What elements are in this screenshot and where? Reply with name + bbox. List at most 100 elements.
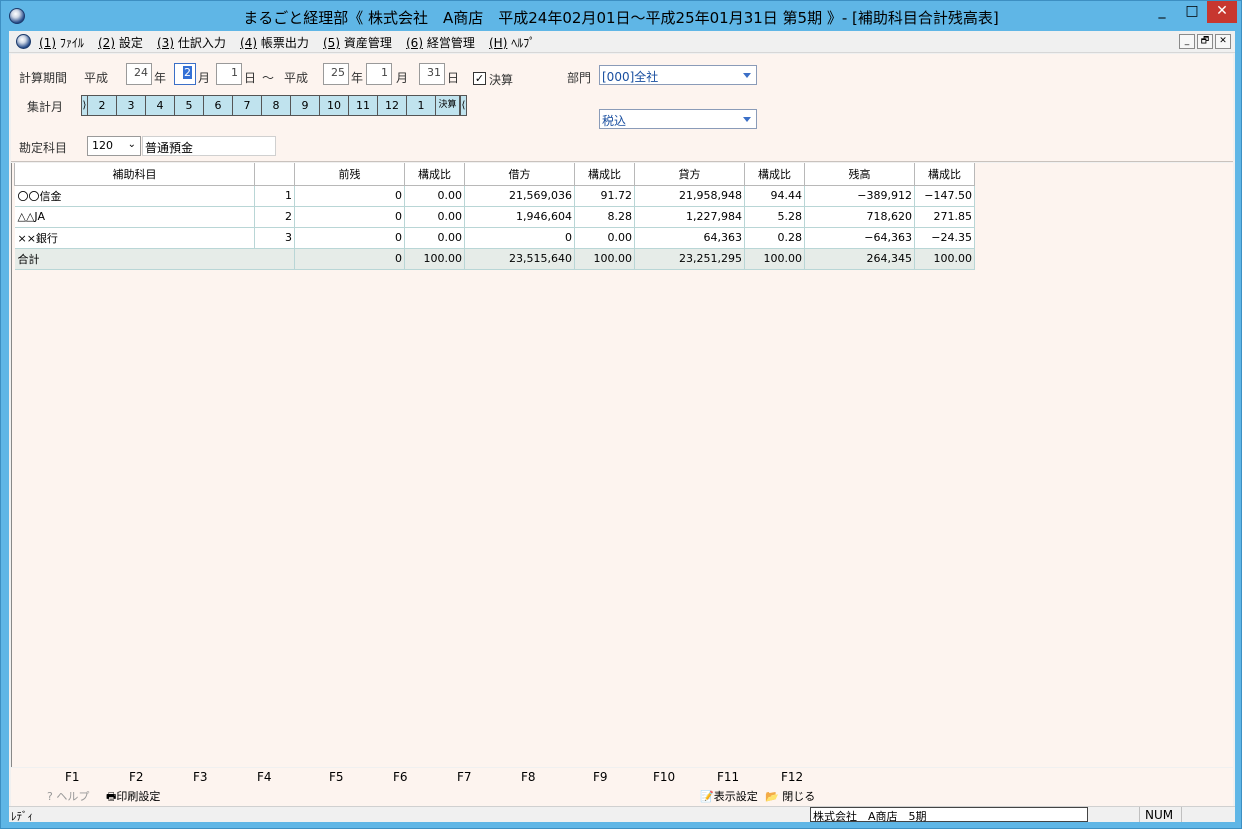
col-header-sub-account[interactable]: 補助科目 [14, 163, 255, 186]
month-cell[interactable]: 7 [233, 96, 262, 115]
fkey-f1[interactable]: F1 [65, 770, 80, 784]
app-window: まるごと経理部《 株式会社 A商店 平成24年02月01日～平成25年01月31… [0, 0, 1242, 829]
close-window-button[interactable]: 📂 閉じる [765, 788, 815, 804]
cell-prev: 0 [294, 248, 405, 270]
criteria-panel: 計算期間 平成 24 年 2 月 1 日 ～ 平成 25 年 1 月 31 日 … [11, 54, 1233, 162]
month-cell[interactable]: 1 [407, 96, 436, 115]
fkey-f9[interactable]: F9 [593, 770, 608, 784]
help-button[interactable]: ? ヘルプ [47, 788, 89, 804]
month-cell[interactable]: 12 [378, 96, 407, 115]
cell-prev-ratio: 0.00 [404, 185, 465, 207]
cell-debit-ratio: 0.00 [574, 227, 635, 249]
month-cell[interactable]: 9 [291, 96, 320, 115]
end-day-field[interactable]: 31 [419, 63, 445, 85]
menu-settings[interactable]: (2) 設定 [98, 34, 143, 51]
close-button[interactable]: ✕ [1207, 1, 1237, 23]
cell-debit: 23,515,640 [464, 248, 575, 270]
end-year-unit: 年 [351, 71, 364, 85]
cell-balance: 264,345 [804, 248, 915, 270]
maximize-button[interactable]: □ [1177, 1, 1207, 23]
cell-name: ××銀行 [14, 227, 255, 249]
col-header-balance[interactable]: 残高 [804, 163, 915, 186]
title-bar[interactable]: まるごと経理部《 株式会社 A商店 平成24年02月01日～平成25年01月31… [1, 1, 1241, 31]
fkey-f4[interactable]: F4 [257, 770, 272, 784]
fkey-f2[interactable]: F2 [129, 770, 144, 784]
status-ready: ﾚﾃﾞｨ [11, 810, 33, 823]
mdi-restore-button[interactable]: 🗗 [1197, 34, 1213, 49]
cell-balance-ratio: 271.85 [914, 206, 975, 228]
col-header-prev-ratio[interactable]: 構成比 [404, 163, 465, 186]
document-logo-icon[interactable] [16, 34, 31, 49]
cell-balance-ratio: 100.00 [914, 248, 975, 270]
table-row[interactable]: ××銀行 3 0 0.00 0 0.00 64,363 0.28 −64,363… [14, 227, 975, 249]
month-cell[interactable]: 4 [146, 96, 175, 115]
menu-journal-entry[interactable]: (3) 仕訳入力 [157, 34, 226, 51]
print-settings-button[interactable]: 🖶印刷設定 [106, 788, 160, 807]
fkey-f7[interactable]: F7 [457, 770, 472, 784]
display-settings-button[interactable]: 📝表示設定 [700, 788, 758, 804]
fkey-f12[interactable]: F12 [781, 770, 803, 784]
fkey-f11[interactable]: F11 [717, 770, 739, 784]
col-header-balance-ratio[interactable]: 構成比 [914, 163, 975, 186]
menu-report-output[interactable]: (4) 帳票出力 [240, 34, 309, 51]
status-divider [1139, 807, 1140, 822]
menu-business-management[interactable]: (6) 経営管理 [406, 34, 475, 51]
month-label: 集計月 [27, 100, 64, 114]
col-header-no[interactable] [254, 163, 295, 186]
settlement-checkbox[interactable]: ✓ [473, 72, 486, 85]
col-header-credit[interactable]: 貸方 [634, 163, 745, 186]
account-code-select[interactable]: 120 ⌄ [87, 136, 141, 156]
fkey-f6[interactable]: F6 [393, 770, 408, 784]
fkey-f8[interactable]: F8 [521, 770, 536, 784]
end-month-unit: 月 [396, 71, 409, 85]
cell-debit: 0 [464, 227, 575, 249]
cell-prev-ratio: 0.00 [404, 206, 465, 228]
col-header-prev[interactable]: 前残 [294, 163, 405, 186]
start-year-unit: 年 [154, 71, 167, 85]
fkey-f10[interactable]: F10 [653, 770, 675, 784]
menu-bar: (1) ﾌｧｲﾙ (2) 設定 (3) 仕訳入力 (4) 帳票出力 (5) 資産… [9, 31, 1235, 53]
end-month-field[interactable]: 1 [366, 63, 392, 85]
start-month-field[interactable]: 2 [174, 63, 196, 85]
cell-credit: 64,363 [634, 227, 745, 249]
month-cell[interactable]: 2 [88, 96, 117, 115]
minimize-button[interactable]: _ [1147, 1, 1177, 23]
month-cell[interactable]: 3 [117, 96, 146, 115]
col-header-debit[interactable]: 借方 [464, 163, 575, 186]
cell-prev-ratio: 100.00 [404, 248, 465, 270]
cell-prev: 0 [294, 227, 405, 249]
col-header-debit-ratio[interactable]: 構成比 [574, 163, 635, 186]
table-row[interactable]: △△JA 2 0 0.00 1,946,604 8.28 1,227,984 5… [14, 206, 975, 228]
table-row[interactable]: 〇〇信金 1 0 0.00 21,569,036 91.72 21,958,94… [14, 185, 975, 207]
month-cell[interactable]: 5 [175, 96, 204, 115]
start-day-unit: 日 [244, 71, 257, 85]
month-cell[interactable]: 8 [262, 96, 291, 115]
mdi-minimize-button[interactable]: _ [1179, 34, 1195, 49]
total-row[interactable]: 合計 0 100.00 23,515,640 100.00 23,251,295… [14, 248, 975, 270]
start-month-unit: 月 [198, 71, 211, 85]
month-cell-settlement[interactable]: 決算 [436, 96, 460, 115]
end-year-field[interactable]: 25 [323, 63, 349, 85]
month-scroll-right-icon[interactable]: ⟨ [460, 96, 466, 115]
fkey-f3[interactable]: F3 [193, 770, 208, 784]
cell-balance-ratio: −24.35 [914, 227, 975, 249]
month-cell[interactable]: 11 [349, 96, 378, 115]
department-select[interactable]: [000]全社 [599, 65, 757, 85]
col-header-credit-ratio[interactable]: 構成比 [744, 163, 805, 186]
function-key-bar: F1 F2 F3 F4 F5 F6 F7 F8 F9 F10 F11 F12 ?… [11, 768, 1233, 806]
menu-file[interactable]: (1) ﾌｧｲﾙ [39, 34, 84, 51]
menu-asset-management[interactable]: (5) 資産管理 [323, 34, 392, 51]
fkey-f5[interactable]: F5 [329, 770, 344, 784]
cell-debit: 21,569,036 [464, 185, 575, 207]
tax-select[interactable]: 税込 [599, 109, 757, 129]
cell-credit: 23,251,295 [634, 248, 745, 270]
start-era-label: 平成 [84, 71, 109, 85]
month-cell[interactable]: 10 [320, 96, 349, 115]
start-year-field[interactable]: 24 [126, 63, 152, 85]
menu-help[interactable]: (H) ﾍﾙﾌﾟ [489, 34, 535, 51]
mdi-close-button[interactable]: ✕ [1215, 34, 1231, 49]
end-era-label: 平成 [284, 71, 309, 85]
chevron-down-icon [743, 73, 751, 78]
start-day-field[interactable]: 1 [216, 63, 242, 85]
month-cell[interactable]: 6 [204, 96, 233, 115]
